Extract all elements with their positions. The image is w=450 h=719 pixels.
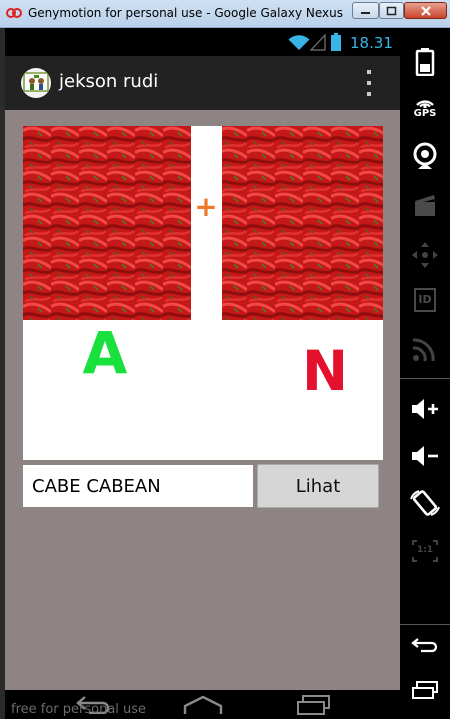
gps-widget[interactable]: GPS xyxy=(408,92,442,124)
volume-down-icon[interactable] xyxy=(408,441,442,471)
overflow-dot xyxy=(367,92,371,96)
main-content: + A N Lihat xyxy=(5,110,400,690)
genymotion-toolbar: GPS ID 1:1 xyxy=(400,28,450,719)
lihat-button[interactable]: Lihat xyxy=(257,464,379,508)
gps-label: GPS xyxy=(413,108,437,119)
puzzle-graphic: + A N xyxy=(23,126,383,403)
puzzle-image: + A N xyxy=(23,126,383,460)
gps-signal-icon xyxy=(416,100,434,109)
answer-input[interactable] xyxy=(23,465,253,507)
close-icon xyxy=(420,5,431,16)
maximize-icon xyxy=(386,6,397,15)
minimize-icon xyxy=(361,11,370,14)
minimize-button[interactable] xyxy=(352,2,379,19)
battery-widget-icon[interactable] xyxy=(408,46,442,76)
toolbar-divider-bottom xyxy=(400,624,450,625)
status-time: 18.31 xyxy=(350,34,393,52)
home-nav-icon[interactable] xyxy=(181,694,225,716)
device-id-button[interactable]: ID xyxy=(414,288,436,312)
window-title-bar: Genymotion for personal use - Google Gal… xyxy=(0,0,450,28)
letter-right: N xyxy=(302,339,348,403)
chili-image-right xyxy=(222,126,383,320)
overflow-dot xyxy=(367,81,371,85)
overflow-menu-button[interactable] xyxy=(361,70,377,96)
status-bar: 18.31 xyxy=(5,28,400,56)
overflow-dot xyxy=(367,70,371,74)
app-icon[interactable] xyxy=(21,68,51,98)
rotate-screen-icon[interactable] xyxy=(408,488,442,518)
recent-apps-icon[interactable] xyxy=(408,676,442,706)
screencast-icon[interactable] xyxy=(408,190,442,220)
toolbar-divider xyxy=(400,378,450,379)
app-title: jekson rudi xyxy=(59,71,159,92)
watermark-text: free for personal use xyxy=(11,702,147,717)
pixel-perfect-button[interactable]: 1:1 xyxy=(408,536,442,566)
app-logo-icon xyxy=(23,72,49,92)
phone-screen: 18.31 jekson rudi + A N CABE CABEAN Liha… xyxy=(5,28,400,719)
wifi-icon xyxy=(288,35,310,50)
genymotion-logo-icon xyxy=(6,8,22,18)
plus-sign: + xyxy=(194,190,217,223)
window-title: Genymotion for personal use - Google Gal… xyxy=(28,6,346,20)
remote-control-icon[interactable] xyxy=(408,240,442,270)
back-button-icon[interactable] xyxy=(408,630,442,660)
battery-icon xyxy=(331,33,341,51)
close-button[interactable] xyxy=(404,2,447,19)
chili-image-left xyxy=(23,126,191,320)
recents-nav-icon[interactable] xyxy=(293,694,333,716)
navigation-bar: free for personal use xyxy=(5,690,400,719)
signal-icon xyxy=(310,34,326,51)
scale-label: 1:1 xyxy=(416,545,434,555)
action-bar: jekson rudi xyxy=(5,56,400,111)
webcam-icon[interactable] xyxy=(408,141,442,171)
volume-up-icon[interactable] xyxy=(408,394,442,424)
rss-feed-icon[interactable] xyxy=(408,334,442,364)
letter-left: A xyxy=(83,319,128,387)
maximize-button[interactable] xyxy=(379,2,404,19)
